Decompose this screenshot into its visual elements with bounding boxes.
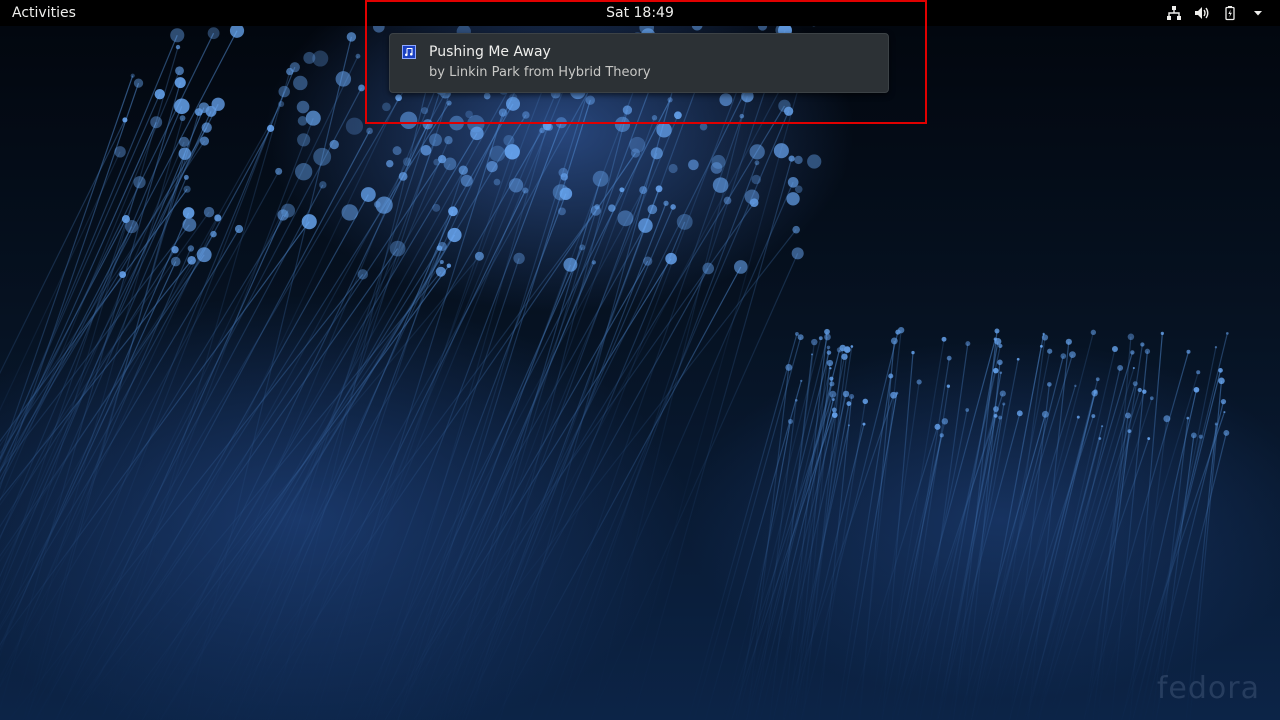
clock-button[interactable]: Sat 18:49 <box>606 5 674 21</box>
now-playing-notification[interactable]: Pushing Me Away by Linkin Park from Hybr… <box>389 33 889 93</box>
clock-area: Sat 18:49 <box>0 4 1280 22</box>
desktop: Activities Sat 18:49 Pushing Me Away by … <box>0 0 1280 720</box>
music-note-icon <box>402 45 416 59</box>
battery-icon[interactable] <box>1222 5 1238 21</box>
system-status-area[interactable] <box>1166 4 1266 22</box>
top-bar: Activities Sat 18:49 <box>0 0 1280 26</box>
wallpaper-background <box>0 16 1230 720</box>
volume-icon[interactable] <box>1194 5 1210 21</box>
notification-title: Pushing Me Away <box>429 44 551 60</box>
system-menu-arrow-icon[interactable] <box>1250 5 1266 21</box>
fedora-logo: fedora <box>1156 671 1260 706</box>
network-icon[interactable] <box>1166 5 1182 21</box>
activities-button[interactable]: Activities <box>12 4 76 22</box>
notification-body: by Linkin Park from Hybrid Theory <box>429 65 651 80</box>
